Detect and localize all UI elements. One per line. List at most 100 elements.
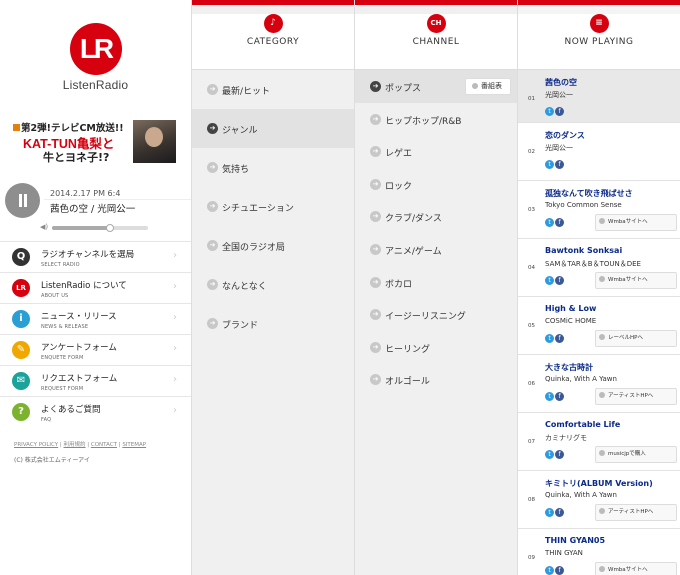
ad-tag-icon (13, 124, 20, 131)
facebook-icon[interactable]: f (555, 160, 564, 169)
category-item[interactable]: ➔ ブランド (192, 304, 354, 343)
menu-item[interactable]: i ニュース・リリース NEWS & RELEASE › (0, 303, 191, 334)
track-item[interactable]: 01 茜色の空 光岡公一 t f (518, 70, 680, 123)
track-item[interactable]: 08 キミトリ(ALBUM Version) Quinka, With A Yawn… (518, 471, 680, 529)
facebook-icon[interactable]: f (555, 334, 564, 343)
twitter-icon[interactable]: t (545, 276, 554, 285)
arrow-right-icon: ➔ (207, 279, 218, 290)
twitter-icon[interactable]: t (545, 392, 554, 401)
pencil-icon: ✎ (12, 341, 30, 359)
facebook-icon[interactable]: f (555, 566, 564, 575)
channel-item[interactable]: ➔ オルゴール (355, 363, 517, 396)
chevron-right-icon: › (173, 312, 177, 323)
track-title[interactable]: 恋のダンス (545, 130, 585, 141)
terms-link[interactable]: 利用規約 (63, 442, 85, 448)
channel-item[interactable]: ➔ ヒーリング (355, 331, 517, 364)
copyright: (C) 株式会社エムティーアイ (14, 457, 90, 464)
external-link-button[interactable]: Wmbaサイトへ (595, 562, 677, 575)
channel-item[interactable]: ➔ ポップス 番組表 (355, 70, 517, 103)
arrow-right-icon: ➔ (370, 113, 381, 125)
logo[interactable]: LR ListenRadio (0, 23, 191, 130)
menu-item-sublabel: FAQ (41, 417, 52, 423)
twitter-icon[interactable]: t (545, 334, 554, 343)
track-title[interactable]: Bawtonk Sonksai (545, 246, 622, 255)
track-title[interactable]: High & Low (545, 304, 596, 313)
external-link-button[interactable]: アーティストHPへ (595, 504, 677, 521)
twitter-icon[interactable]: t (545, 508, 554, 517)
pause-button[interactable] (5, 183, 40, 218)
track-title[interactable]: Comfortable Life (545, 420, 620, 429)
channel-item[interactable]: ➔ レゲエ (355, 135, 517, 168)
facebook-icon[interactable]: f (555, 218, 564, 227)
menu-item-sublabel: SELECT RADIO (41, 262, 80, 268)
category-item[interactable]: ➔ ジャンル (192, 109, 354, 148)
info-icon: i (12, 310, 30, 328)
menu-item[interactable]: LR ListenRadio について ABOUT US › (0, 272, 191, 303)
external-link-button[interactable]: レーベルHPへ (595, 330, 677, 347)
track-number: 06 (528, 381, 535, 387)
twitter-icon[interactable]: t (545, 218, 554, 227)
track-title[interactable]: THIN GYAN05 (545, 536, 605, 545)
menu-item[interactable]: ✎ アンケートフォーム ENQUETE FORM › (0, 334, 191, 365)
contact-link[interactable]: CONTACT (91, 442, 117, 448)
track-title[interactable]: 孤独なんて吹き飛ばせさ (545, 188, 633, 199)
channel-item[interactable]: ➔ ロック (355, 168, 517, 201)
channel-item[interactable]: ➔ クラブ/ダンス (355, 200, 517, 233)
external-link-button[interactable]: Wmbaサイトへ (595, 272, 677, 289)
channel-item[interactable]: ➔ イージーリスニング (355, 298, 517, 331)
category-item[interactable]: ➔ 最新/ヒット (192, 70, 354, 109)
chat-icon: ✉ (12, 372, 30, 390)
category-item[interactable]: ➔ 気持ち (192, 148, 354, 187)
menu-item-sublabel: NEWS & RELEASE (41, 324, 89, 330)
menu-item-label: リクエストフォーム (41, 374, 118, 384)
track-item[interactable]: 04 Bawtonk Sonksai SAM＆TAR＆B＆TOUN＆DEE t f Wmb… (518, 239, 680, 297)
channel-item[interactable]: ➔ ヒップホップ/R&B (355, 103, 517, 136)
volume-knob[interactable] (105, 224, 114, 232)
ch-icon: CH (426, 14, 446, 33)
track-item[interactable]: 07 Comfortable Life カミナリグモ t f musicjpで購入 (518, 413, 680, 471)
arrow-right-icon: ➔ (370, 146, 381, 158)
twitter-icon[interactable]: t (545, 160, 554, 169)
channel-item[interactable]: ➔ アニメ/ゲーム (355, 233, 517, 266)
category-item[interactable]: ➔ 全国のラジオ局 (192, 226, 354, 265)
external-link-button[interactable]: Wmbaサイトへ (595, 214, 677, 231)
privacy-policy-link[interactable]: PRIVACY POLICY (14, 442, 58, 448)
menu-item[interactable]: Q ラジオチャンネルを選局 SELECT RADIO › (0, 241, 191, 272)
facebook-icon[interactable]: f (555, 276, 564, 285)
twitter-icon[interactable]: t (545, 107, 554, 116)
arrow-right-icon: ➔ (370, 276, 381, 288)
track-item[interactable]: 09 THIN GYAN05 THIN GYAN t f Wmbaサイトへ (518, 529, 680, 575)
twitter-icon[interactable]: t (545, 450, 554, 459)
track-artist: 光岡公一 (545, 144, 573, 152)
program-guide-button[interactable]: 番組表 (465, 78, 511, 95)
ad-banner[interactable]: 第2弾!テレビCM放送!! KAT-TUN亀梨と 牛とヨネ子!? (13, 120, 178, 166)
chevron-right-icon: › (173, 374, 177, 385)
facebook-icon[interactable]: f (555, 450, 564, 459)
external-link-button[interactable]: アーティストHPへ (595, 388, 677, 405)
menu-item[interactable]: ✉ リクエストフォーム REQUEST FORM › (0, 365, 191, 396)
facebook-icon[interactable]: f (555, 107, 564, 116)
track-title[interactable]: キミトリ(ALBUM Version) (545, 478, 653, 489)
channel-item[interactable]: ➔ ボカロ (355, 266, 517, 299)
arrow-right-icon: ➔ (370, 178, 381, 190)
category-item[interactable]: ➔ なんとなく (192, 265, 354, 304)
track-item[interactable]: 02 恋のダンス光岡公一 t f (518, 123, 680, 181)
track-title[interactable]: 茜色の空 (545, 77, 577, 88)
sitemap-link[interactable]: SITEMAP (122, 442, 146, 448)
track-number: 02 (528, 149, 535, 155)
category-item[interactable]: ➔ シチュエーション (192, 187, 354, 226)
track-item[interactable]: 06 大きな古時計 Quinka, With A Yawn t f アーティストHPへ (518, 355, 680, 413)
channel-item-label: イージーリスニング (385, 312, 466, 323)
menu-item[interactable]: ? よくあるご質問 FAQ › (0, 396, 191, 427)
channel-item-label: ヒップホップ/R&B (385, 116, 462, 127)
track-item[interactable]: 03 孤独なんて吹き飛ばせさ Tokyo Common Sense t f Wmbaサイト… (518, 181, 680, 239)
track-item[interactable]: 05 High & Low COSMiC HOME t f レーベルHPへ (518, 297, 680, 355)
facebook-icon[interactable]: f (555, 392, 564, 401)
now-playing-column: ≡ NOW PLAYING 01 茜色の空 光岡公一 t f 02 恋のダンス 光岡公一 t f 0… (518, 0, 680, 575)
track-title[interactable]: 大きな古時計 (545, 362, 593, 373)
external-link-button[interactable]: musicjpで購入 (595, 446, 677, 463)
menu-item-label: ニュース・リリース (41, 312, 117, 322)
facebook-icon[interactable]: f (555, 508, 564, 517)
twitter-icon[interactable]: t (545, 566, 554, 575)
volume-slider[interactable] (52, 224, 148, 232)
